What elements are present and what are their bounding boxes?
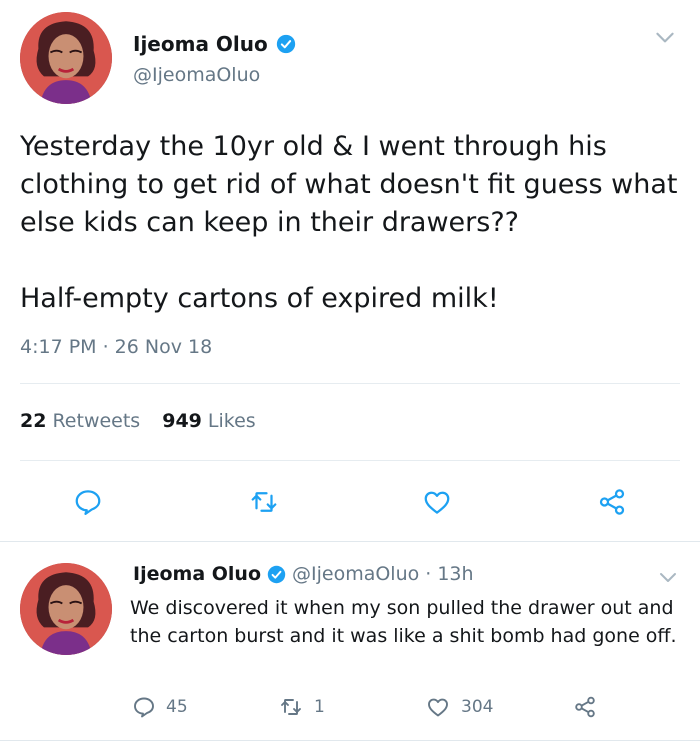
like-icon	[424, 491, 450, 514]
share-icon	[599, 489, 625, 515]
tweet-timestamp[interactable]: 4:17 PM · 26 Nov 18	[20, 336, 212, 358]
reply-header: Ijeoma Oluo @IjeomaOluo · 13h	[133, 563, 474, 585]
reply-author-handle[interactable]: @IjeomaOluo	[292, 563, 419, 585]
author-handle[interactable]: @IjeomaOluo	[133, 64, 260, 86]
tweet-text: Yesterday the 10yr old & I went through …	[20, 128, 680, 318]
like-icon	[428, 698, 448, 717]
share-icon	[575, 696, 595, 718]
tweet-stats: 22 Retweets 949 Likes	[20, 410, 256, 432]
reply-like-button[interactable]: 304	[425, 695, 493, 719]
retweet-label: Retweets	[52, 410, 141, 432]
divider	[20, 460, 680, 461]
like-label: Likes	[207, 410, 256, 432]
reply-reply-button[interactable]: 45	[132, 695, 188, 719]
reply-retweet-button[interactable]: 1	[278, 695, 325, 719]
reply-icon	[134, 697, 154, 718]
tweet-text-paragraph-1: Yesterday the 10yr old & I went through …	[20, 131, 678, 238]
retweet-icon	[251, 492, 277, 512]
reply-like-count: 304	[461, 697, 494, 717]
verified-badge-icon	[267, 565, 286, 583]
author-avatar[interactable]	[20, 12, 112, 104]
reply-icon	[75, 490, 101, 515]
divider	[0, 541, 700, 542]
avatar-portrait-image	[20, 12, 112, 104]
avatar-portrait-image	[20, 563, 112, 655]
reply-text: We discovered it when my son pulled the …	[130, 597, 677, 647]
retweet-button[interactable]	[246, 484, 282, 520]
likes-stat[interactable]: 949 Likes	[162, 410, 255, 432]
divider	[0, 740, 700, 741]
retweet-icon	[281, 699, 301, 715]
chevron-down-icon[interactable]	[656, 565, 680, 589]
reply-reply-count: 45	[166, 697, 188, 717]
tweet-text-paragraph-2: Half-empty cartons of expired milk!	[20, 283, 499, 314]
reply-share-button[interactable]	[572, 695, 598, 719]
retweets-stat[interactable]: 22 Retweets	[20, 410, 140, 432]
author-name[interactable]: Ijeoma Oluo	[133, 32, 268, 56]
chevron-down-icon[interactable]	[652, 24, 678, 50]
divider	[20, 383, 680, 384]
reply-author-avatar[interactable]	[20, 563, 112, 655]
retweet-count: 22	[20, 410, 47, 432]
reply-button[interactable]	[70, 484, 106, 520]
author-name-row[interactable]: Ijeoma Oluo	[133, 32, 296, 56]
verified-badge-icon	[276, 34, 295, 54]
like-count: 949	[162, 410, 202, 432]
reply-retweet-count: 1	[314, 697, 325, 717]
like-button[interactable]	[419, 484, 455, 520]
share-button[interactable]	[594, 484, 630, 520]
reply-time[interactable]: · 13h	[425, 563, 473, 585]
reply-author-name[interactable]: Ijeoma Oluo	[133, 563, 261, 585]
